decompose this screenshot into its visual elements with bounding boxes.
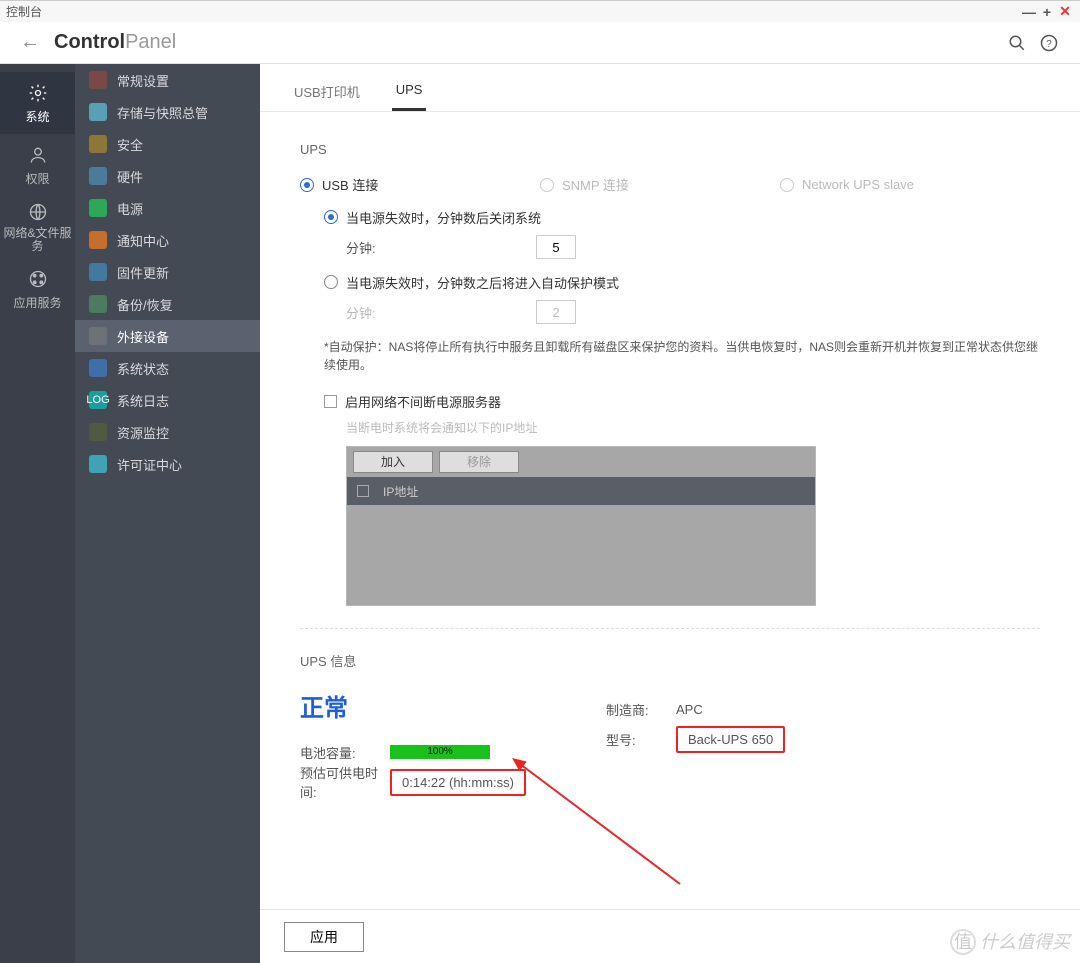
connection-radio-row: USB 连接 SNMP 连接 Network UPS slave	[300, 175, 1040, 194]
checkbox-enable-nut[interactable]	[324, 395, 337, 408]
tab-usb-printer[interactable]: USB打印机	[290, 76, 364, 111]
sidebar-item-firmware[interactable]: 固件更新	[75, 256, 260, 288]
nav-label: 权限	[25, 170, 49, 187]
window-minimize-icon[interactable]: —	[1020, 4, 1038, 20]
model-value: Back-UPS 650	[676, 726, 785, 753]
sidebar-item-license[interactable]: 许可证中心	[75, 448, 260, 480]
log-icon: LOG	[89, 391, 107, 409]
window-header: ← ControlPanel ?	[0, 22, 1080, 64]
globe-icon	[27, 201, 49, 223]
apply-button[interactable]: 应用	[284, 922, 364, 952]
ip-address-panel: 加入 移除 IP地址	[346, 446, 816, 606]
radio-autoprotect-after-minutes[interactable]	[324, 275, 338, 289]
nav-label: 系统	[25, 108, 49, 125]
battery-bar: 100%	[390, 745, 490, 759]
device-icon	[89, 327, 107, 345]
storage-icon	[89, 103, 107, 121]
sidebar-item-security[interactable]: 安全	[75, 128, 260, 160]
sidebar-item-logs[interactable]: LOG系统日志	[75, 384, 260, 416]
radio-network-ups-slave[interactable]	[780, 178, 794, 192]
section-ups-title: UPS	[300, 142, 1040, 157]
ip-header-checkbox[interactable]	[357, 485, 369, 497]
search-icon[interactable]	[1006, 32, 1028, 54]
shutdown-options: 当电源失效时，分钟数后关闭系统 分钟: 当电源失效时，分钟数之后将进入自动保护模…	[324, 208, 1040, 324]
autoprotect-note: *自动保护：NAS将停止所有执行中服务且卸载所有磁盘区来保护您的资料。当供电恢复…	[324, 338, 1040, 374]
sidebar-item-status[interactable]: 系统状态	[75, 352, 260, 384]
ups-info-title: UPS 信息	[300, 651, 1040, 670]
sidebar-item-hardware[interactable]: 硬件	[75, 160, 260, 192]
ups-status: 正常	[300, 688, 526, 723]
nav-item-apps[interactable]: 应用服务	[0, 258, 75, 320]
nav-label: 应用服务	[13, 294, 61, 311]
svg-text:?: ?	[1046, 38, 1052, 49]
footer: 应用	[260, 909, 1080, 963]
nav-label: 网络&文件服务	[0, 227, 75, 253]
estimate-label: 预估可供电时间:	[300, 763, 390, 801]
sidebar-item-storage[interactable]: 存储与快照总管	[75, 96, 260, 128]
battery-label: 电池容量:	[300, 743, 390, 762]
minutes-input-autoprotect	[536, 300, 576, 324]
mfr-label: 制造商:	[606, 700, 676, 719]
sidebar-item-external[interactable]: 外接设备	[75, 320, 260, 352]
sidebar-item-resource[interactable]: 资源监控	[75, 416, 260, 448]
tab-ups[interactable]: UPS	[392, 76, 427, 111]
app-title: ControlPanel	[54, 31, 176, 54]
nav-item-system[interactable]: 系统	[0, 72, 75, 134]
estimate-value: 0:14:22 (hh:mm:ss)	[390, 769, 526, 796]
nav-rail: 系统 权限 网络&文件服务 应用服务	[0, 64, 75, 963]
nut-note: 当断电时系统将会通知以下的IP地址	[346, 419, 1040, 436]
content-scroll[interactable]: UPS USB 连接 SNMP 连接 Network UPS slave	[260, 112, 1080, 909]
license-icon	[89, 455, 107, 473]
nav-item-privilege[interactable]: 权限	[0, 134, 75, 196]
sidebar-item-power[interactable]: 电源	[75, 192, 260, 224]
titlebar-text: 控制台	[6, 3, 42, 20]
nav-item-network[interactable]: 网络&文件服务	[0, 196, 75, 258]
sidebar-item-general[interactable]: 常规设置	[75, 64, 260, 96]
tabs: USB打印机 UPS	[260, 64, 1080, 112]
update-icon	[89, 263, 107, 281]
power-icon	[89, 199, 107, 217]
backup-icon	[89, 295, 107, 313]
user-icon	[27, 144, 49, 166]
bell-icon	[89, 231, 107, 249]
radio-shutdown-after-minutes[interactable]	[324, 210, 338, 224]
chart-icon	[89, 423, 107, 441]
apps-icon	[27, 268, 49, 290]
ip-table-body	[347, 505, 815, 605]
mfr-value: APC	[676, 702, 703, 717]
main-panel: USB打印机 UPS UPS USB 连接 SNMP 连接 Network UP…	[260, 64, 1080, 963]
monitor-icon	[89, 359, 107, 377]
hardware-icon	[89, 167, 107, 185]
ip-table-header: IP地址	[347, 477, 815, 505]
radio-usb-connection[interactable]	[300, 178, 314, 192]
sidebar-item-backup[interactable]: 备份/恢复	[75, 288, 260, 320]
ups-info-grid: 正常 电池容量: 100% 预估可供电时间: 0:14:22 (hh:mm:ss…	[300, 688, 1040, 797]
window-close-icon[interactable]: ✕	[1056, 3, 1074, 20]
lock-icon	[89, 135, 107, 153]
ip-remove-button[interactable]: 移除	[439, 451, 519, 473]
settings-icon	[89, 71, 107, 89]
model-label: 型号:	[606, 730, 676, 749]
help-icon[interactable]: ?	[1038, 32, 1060, 54]
sidebar: 常规设置 存储与快照总管 安全 硬件 电源 通知中心 固件更新 备份/恢复 外接…	[75, 64, 260, 963]
sidebar-item-notification[interactable]: 通知中心	[75, 224, 260, 256]
back-arrow-icon[interactable]: ←	[20, 31, 40, 54]
gear-icon	[27, 82, 49, 104]
minutes-input-shutdown[interactable]	[536, 235, 576, 259]
ip-add-button[interactable]: 加入	[353, 451, 433, 473]
window-maximize-icon[interactable]: +	[1038, 4, 1056, 20]
os-titlebar: 控制台 — + ✕	[0, 0, 1080, 22]
radio-snmp-connection[interactable]	[540, 178, 554, 192]
divider	[300, 628, 1040, 629]
